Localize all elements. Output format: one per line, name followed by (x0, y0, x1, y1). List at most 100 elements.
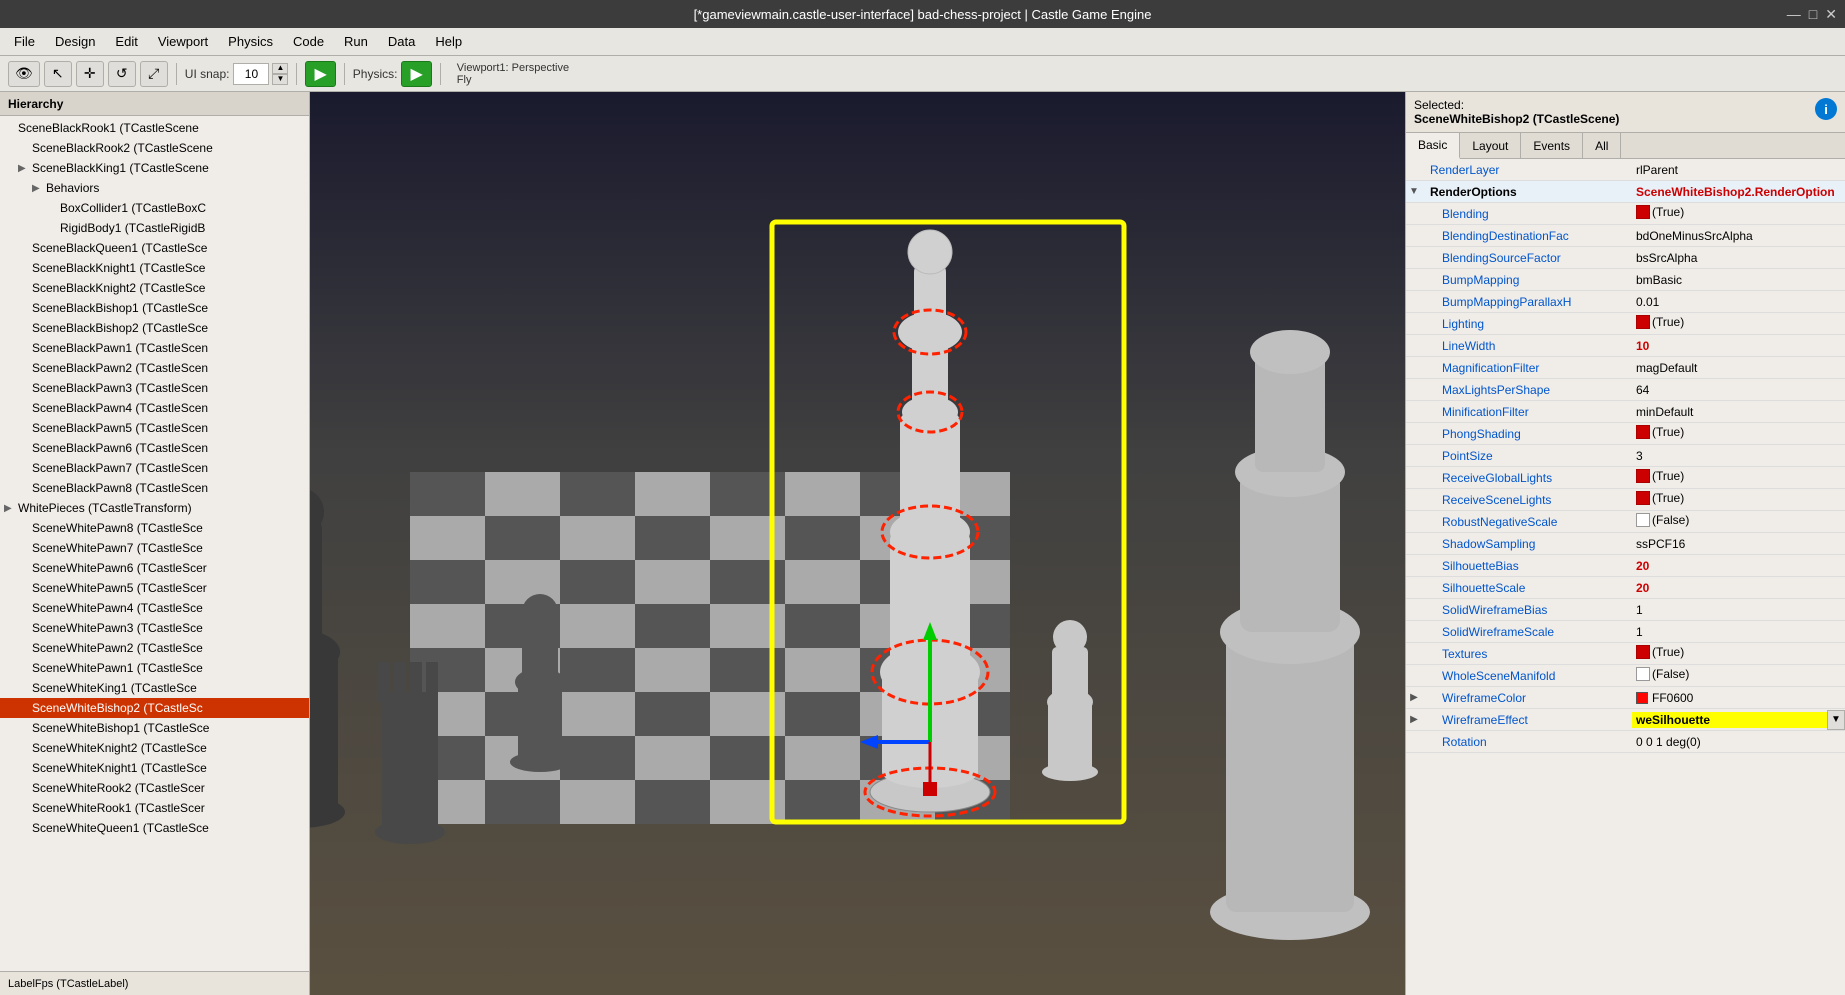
prop-row-3[interactable]: BumpMappingbmBasic (1406, 269, 1845, 291)
hierarchy-item-10[interactable]: SceneBlackBishop2 (TCastleSce (0, 318, 309, 338)
prop-row-23[interactable]: ▶WireframeEffectweSilhouette▼ (1406, 709, 1845, 731)
prop-value-2: bsSrcAlpha (1632, 249, 1845, 267)
prop-row-12[interactable]: ReceiveGlobalLights (True) (1406, 467, 1845, 489)
close-button[interactable]: ✕ (1825, 6, 1837, 23)
prop-row-22[interactable]: ▶WireframeColorFF0600 (1406, 687, 1845, 709)
hierarchy-item-18[interactable]: SceneBlackPawn8 (TCastleScen (0, 478, 309, 498)
snap-down[interactable]: ▼ (272, 74, 288, 85)
renderoptions-expander[interactable]: ▼ (1406, 186, 1422, 197)
hierarchy-item-0[interactable]: SceneBlackRook1 (TCastleScene (0, 118, 309, 138)
prop-row-6[interactable]: LineWidth10 (1406, 335, 1845, 357)
hierarchy-item-5[interactable]: RigidBody1 (TCastleRigidB (0, 218, 309, 238)
prop-row-9[interactable]: MinificationFilterminDefault (1406, 401, 1845, 423)
hierarchy-item-15[interactable]: SceneBlackPawn5 (TCastleScen (0, 418, 309, 438)
prop-row-24[interactable]: Rotation0 0 1 deg(0) (1406, 731, 1845, 753)
hierarchy-item-29[interactable]: SceneWhiteBishop2 (TCastleSc (0, 698, 309, 718)
menu-design[interactable]: Design (45, 31, 105, 52)
hierarchy-item-25[interactable]: SceneWhitePawn3 (TCastleSce (0, 618, 309, 638)
rotate-button[interactable]: ↺ (108, 61, 136, 87)
prop-row-11[interactable]: PointSize3 (1406, 445, 1845, 467)
hierarchy-item-11[interactable]: SceneBlackPawn1 (TCastleScen (0, 338, 309, 358)
prop-row-21[interactable]: WholeSceneManifold (False) (1406, 665, 1845, 687)
snap-input[interactable]: 10 (233, 63, 269, 85)
menu-viewport[interactable]: Viewport (148, 31, 218, 52)
prop-row-15[interactable]: ShadowSamplingssPCF16 (1406, 533, 1845, 555)
hierarchy-item-19[interactable]: ▶WhitePieces (TCastleTransform) (0, 498, 309, 518)
viewport-panel[interactable] (310, 92, 1405, 995)
hierarchy-item-27[interactable]: SceneWhitePawn1 (TCastleSce (0, 658, 309, 678)
tab-layout[interactable]: Layout (1460, 133, 1521, 158)
hierarchy-item-22[interactable]: SceneWhitePawn6 (TCastleScer (0, 558, 309, 578)
prop-row-14[interactable]: RobustNegativeScale (False) (1406, 511, 1845, 533)
prop-tree[interactable]: RenderLayer rlParent ▼ RenderOptions Sce… (1406, 159, 1845, 995)
eye-button[interactable]: 👁 (8, 61, 40, 87)
tab-events[interactable]: Events (1521, 133, 1583, 158)
menu-run[interactable]: Run (334, 31, 378, 52)
tab-all[interactable]: All (1583, 133, 1621, 158)
pointer-button[interactable]: ↖ (44, 61, 72, 87)
physics-play-button[interactable]: ▶ (401, 61, 431, 87)
minimize-button[interactable]: — (1787, 6, 1801, 23)
play-button[interactable]: ▶ (305, 61, 335, 87)
hierarchy-item-8[interactable]: SceneBlackKnight2 (TCastleSce (0, 278, 309, 298)
prop-row-0[interactable]: Blending (True) (1406, 203, 1845, 225)
hierarchy-item-17[interactable]: SceneBlackPawn7 (TCastleScen (0, 458, 309, 478)
prop-row-2[interactable]: BlendingSourceFactorbsSrcAlpha (1406, 247, 1845, 269)
menu-code[interactable]: Code (283, 31, 334, 52)
prop-row-7[interactable]: MagnificationFiltermagDefault (1406, 357, 1845, 379)
prop-row-renderlayer[interactable]: RenderLayer rlParent (1406, 159, 1845, 181)
prop-expander-23[interactable]: ▶ (1406, 714, 1422, 725)
prop-row-18[interactable]: SolidWireframeBias1 (1406, 599, 1845, 621)
prop-row-5[interactable]: Lighting (True) (1406, 313, 1845, 335)
hierarchy-tree[interactable]: SceneBlackRook1 (TCastleSceneSceneBlackR… (0, 116, 309, 971)
hierarchy-item-21[interactable]: SceneWhitePawn7 (TCastleSce (0, 538, 309, 558)
prop-row-20[interactable]: Textures (True) (1406, 643, 1845, 665)
hierarchy-item-16[interactable]: SceneBlackPawn6 (TCastleScen (0, 438, 309, 458)
prop-row-8[interactable]: MaxLightsPerShape64 (1406, 379, 1845, 401)
menu-file[interactable]: File (4, 31, 45, 52)
prop-expander-22[interactable]: ▶ (1406, 692, 1422, 703)
move-button[interactable]: ✛ (76, 61, 104, 87)
hierarchy-item-13[interactable]: SceneBlackPawn3 (TCastleScen (0, 378, 309, 398)
prop-row-13[interactable]: ReceiveSceneLights (True) (1406, 489, 1845, 511)
prop-row-4[interactable]: BumpMappingParallaxH0.01 (1406, 291, 1845, 313)
tab-basic[interactable]: Basic (1406, 133, 1460, 159)
prop-row-renderoptions[interactable]: ▼ RenderOptions SceneWhiteBishop2.Render… (1406, 181, 1845, 203)
menu-help[interactable]: Help (425, 31, 472, 52)
hierarchy-item-9[interactable]: SceneBlackBishop1 (TCastleSce (0, 298, 309, 318)
prop-row-10[interactable]: PhongShading (True) (1406, 423, 1845, 445)
hierarchy-item-32[interactable]: SceneWhiteKnight1 (TCastleSce (0, 758, 309, 778)
hierarchy-item-30[interactable]: SceneWhiteBishop1 (TCastleSce (0, 718, 309, 738)
hierarchy-item-14[interactable]: SceneBlackPawn4 (TCastleScen (0, 398, 309, 418)
checkbox-true-icon: (True) (1636, 469, 1684, 483)
hierarchy-item-35[interactable]: SceneWhiteQueen1 (TCastleSce (0, 818, 309, 838)
prop-name-8: MaxLightsPerShape (1422, 381, 1632, 399)
menu-data[interactable]: Data (378, 31, 425, 52)
hierarchy-item-33[interactable]: SceneWhiteRook2 (TCastleScer (0, 778, 309, 798)
hierarchy-item-12[interactable]: SceneBlackPawn2 (TCastleScen (0, 358, 309, 378)
hierarchy-item-20[interactable]: SceneWhitePawn8 (TCastleSce (0, 518, 309, 538)
prop-row-19[interactable]: SolidWireframeScale1 (1406, 621, 1845, 643)
hierarchy-item-23[interactable]: SceneWhitePawn5 (TCastleScer (0, 578, 309, 598)
hierarchy-item-28[interactable]: SceneWhiteKing1 (TCastleSce (0, 678, 309, 698)
hierarchy-item-1[interactable]: SceneBlackRook2 (TCastleScene (0, 138, 309, 158)
hierarchy-item-26[interactable]: SceneWhitePawn2 (TCastleSce (0, 638, 309, 658)
maximize-button[interactable]: □ (1809, 6, 1817, 23)
hierarchy-item-34[interactable]: SceneWhiteRook1 (TCastleScer (0, 798, 309, 818)
prop-row-1[interactable]: BlendingDestinationFacbdOneMinusSrcAlpha (1406, 225, 1845, 247)
hierarchy-item-24[interactable]: SceneWhitePawn4 (TCastleSce (0, 598, 309, 618)
scale-button[interactable]: ⤢ (140, 61, 168, 87)
hierarchy-item-31[interactable]: SceneWhiteKnight2 (TCastleSce (0, 738, 309, 758)
snap-up[interactable]: ▲ (272, 63, 288, 74)
hierarchy-item-2[interactable]: ▶SceneBlackKing1 (TCastleScene (0, 158, 309, 178)
hierarchy-item-7[interactable]: SceneBlackKnight1 (TCastleSce (0, 258, 309, 278)
prop-row-17[interactable]: SilhouetteScale20 (1406, 577, 1845, 599)
hierarchy-item-4[interactable]: BoxCollider1 (TCastleBoxC (0, 198, 309, 218)
dropdown-arrow[interactable]: ▼ (1827, 710, 1845, 730)
hierarchy-item-6[interactable]: SceneBlackQueen1 (TCastleSce (0, 238, 309, 258)
prop-row-16[interactable]: SilhouetteBias20 (1406, 555, 1845, 577)
info-icon-button[interactable]: i (1815, 98, 1837, 120)
hierarchy-item-3[interactable]: ▶Behaviors (0, 178, 309, 198)
menu-physics[interactable]: Physics (218, 31, 283, 52)
menu-edit[interactable]: Edit (105, 31, 147, 52)
